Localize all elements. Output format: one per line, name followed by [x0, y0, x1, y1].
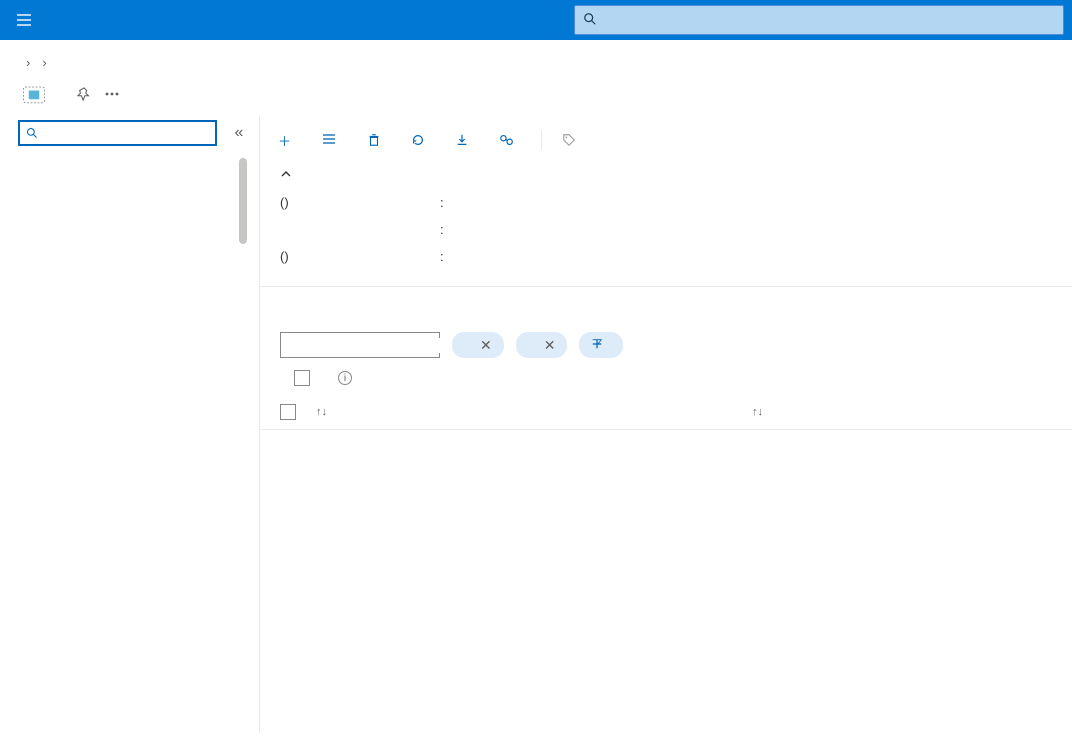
ellipsis-icon	[104, 86, 120, 102]
colon: :	[440, 249, 456, 264]
colon: :	[440, 222, 456, 237]
pin-button[interactable]	[70, 80, 98, 108]
type-filter-pill[interactable]: ✕	[452, 332, 504, 358]
table-header: ↑↓ ↑↓	[260, 394, 1072, 430]
select-all-checkbox[interactable]	[280, 404, 296, 420]
search-icon	[583, 12, 597, 29]
filter-text-input[interactable]	[287, 338, 463, 353]
columns-icon	[321, 132, 337, 148]
global-search-input[interactable]	[603, 13, 1055, 28]
query-icon	[499, 133, 515, 147]
sidebar-search[interactable]	[18, 120, 217, 146]
sidebar: «	[0, 116, 260, 733]
open-query-button[interactable]	[489, 124, 531, 156]
location-filter-pill[interactable]: ✕	[516, 332, 568, 358]
sort-icon: ↑↓	[752, 406, 763, 418]
subid-key	[280, 222, 440, 237]
filter-bar: ✕ ✕	[260, 314, 1072, 370]
edit-columns-button[interactable]	[311, 124, 353, 156]
name-column-header[interactable]: ↑↓	[310, 406, 746, 418]
collapse-sidebar-button[interactable]: «	[227, 124, 251, 142]
essentials-toggle[interactable]	[280, 168, 1052, 183]
essentials-subscription-row: () :	[280, 195, 1052, 210]
show-hidden-checkbox[interactable]	[294, 370, 310, 386]
tags-key: ()	[280, 249, 440, 264]
breadcrumb-sep: ›	[26, 55, 30, 70]
create-button[interactable]: ＋	[268, 124, 307, 156]
sort-icon: ↑↓	[316, 406, 327, 418]
global-search[interactable]	[574, 5, 1064, 35]
essentials-tags-row: () :	[280, 249, 1052, 264]
essentials-key: ()	[280, 195, 440, 210]
pin-icon	[77, 87, 91, 101]
trash-icon	[367, 133, 381, 147]
sidebar-search-input[interactable]	[42, 126, 209, 140]
toolbar-sep	[541, 130, 542, 150]
assign-tags-button[interactable]	[552, 124, 592, 156]
sidebar-scrollbar[interactable]	[239, 158, 247, 723]
add-filter-button[interactable]	[579, 332, 623, 358]
filter-input[interactable]	[280, 332, 440, 358]
resource-group-icon	[20, 80, 48, 108]
more-button[interactable]	[98, 80, 126, 108]
essentials-subid-row: :	[280, 222, 1052, 237]
export-button[interactable]	[445, 124, 485, 156]
scrollbar-thumb[interactable]	[239, 158, 247, 244]
refresh-button[interactable]	[401, 124, 441, 156]
topbar	[0, 0, 1072, 40]
chevron-left-icon: «	[235, 124, 244, 141]
close-icon[interactable]: ✕	[480, 337, 492, 354]
tabs	[260, 287, 1072, 314]
plus-icon: ＋	[278, 131, 291, 150]
toolbar: ＋	[260, 120, 1072, 160]
info-icon[interactable]: i	[338, 371, 352, 385]
hamburger-menu[interactable]	[0, 0, 48, 40]
main: ＋	[260, 116, 1072, 733]
download-icon	[455, 133, 469, 147]
essentials: () : : () :	[260, 160, 1072, 287]
delete-button[interactable]	[357, 124, 397, 156]
search-icon	[26, 127, 38, 139]
tag-icon	[562, 133, 576, 147]
counts-row: i	[260, 370, 1072, 394]
body: « ＋	[0, 116, 1072, 733]
hamburger-icon	[15, 11, 33, 29]
type-column-header[interactable]: ↑↓	[746, 406, 1052, 418]
breadcrumb-sep2: ›	[42, 55, 46, 70]
sidebar-search-row: «	[10, 120, 259, 156]
breadcrumb: › ›	[0, 46, 1072, 78]
colon: :	[440, 195, 456, 210]
title-row	[0, 78, 1072, 108]
close-icon[interactable]: ✕	[544, 337, 556, 354]
chevron-up-icon	[280, 168, 292, 183]
add-filter-icon	[591, 338, 603, 353]
refresh-icon	[411, 133, 425, 147]
sidebar-cost-header	[10, 176, 259, 196]
sidebar-settings-header	[10, 156, 259, 176]
